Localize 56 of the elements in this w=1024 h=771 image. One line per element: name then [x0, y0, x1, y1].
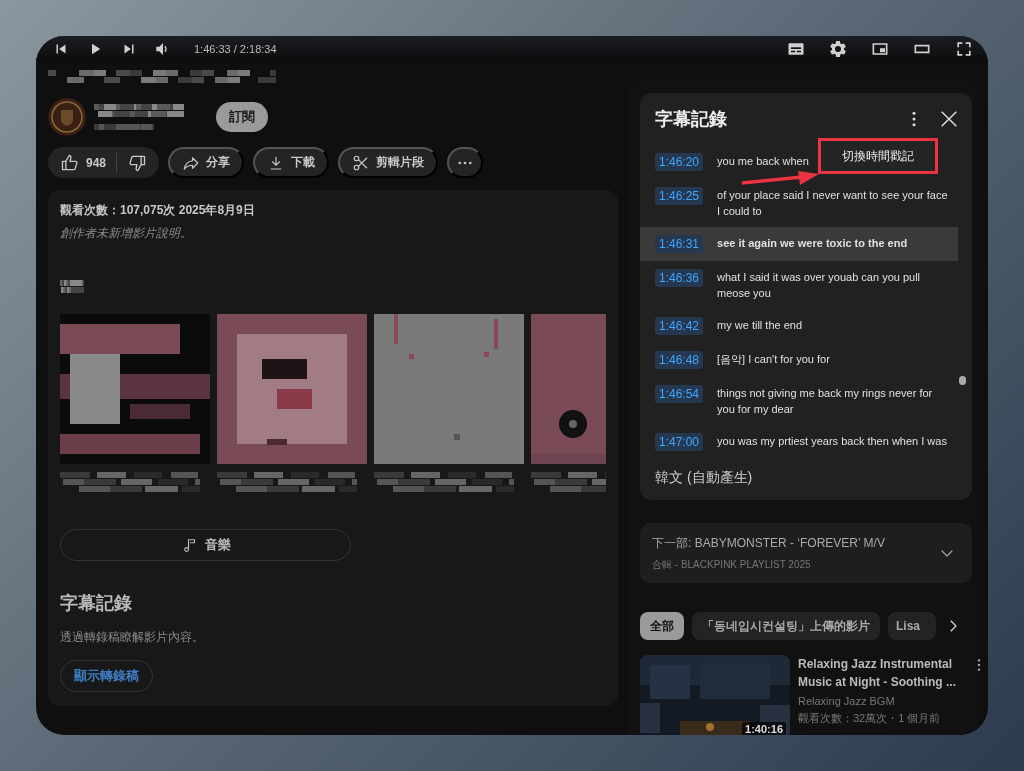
share-button[interactable]: 分享 [168, 147, 245, 178]
section-heading: 字幕記錄 [60, 592, 133, 615]
menu-item[interactable]: 切換時間戳記 [842, 147, 914, 165]
timestamp: 1:46:42 [655, 317, 704, 335]
panel-title: 字幕記錄 [655, 108, 728, 131]
timestamp: 1:47:00 [655, 433, 704, 451]
transcript-text: things not giving me back my rings never for you for my dear [717, 386, 934, 417]
view-stats: 觀看次數：107,075次 2025年8月9日 [60, 202, 256, 219]
transcript-text: of your place said I never want to see your face I could to [717, 188, 949, 219]
transcript-row[interactable]: 1:46:48 [음악] I can't for you for [640, 343, 830, 377]
settings-icon[interactable] [828, 39, 848, 59]
channel-avatar [48, 98, 86, 136]
description-text: 創作者未新增影片說明。 [60, 225, 193, 242]
video-meta: 觀看次數：32萬次・1 個月前 [798, 711, 942, 726]
blurred-text [60, 280, 84, 294]
filter-chip[interactable]: Lisa [888, 612, 936, 640]
transcript-row[interactable]: 1:46:20 you me back when [640, 145, 809, 179]
language-label: 韓文 (自動產生) [654, 468, 754, 487]
transcript-row[interactable]: 1:46:25 of your place said I never want to see your face I could to [640, 179, 950, 227]
timestamp: 1:46:31 [655, 235, 704, 253]
transcript-row[interactable]: 1:47:00 you was my prtiest years back then when I was [640, 425, 947, 459]
like-count: 948 [86, 155, 107, 170]
download-button[interactable]: 下載 [253, 147, 330, 178]
channel-name: Relaxing Jazz BGM [798, 695, 896, 707]
timestamp: 1:46:48 [655, 351, 704, 369]
transcript-text: you me back when [717, 154, 809, 169]
fullscreen-icon[interactable] [954, 39, 974, 59]
transcript-row[interactable]: 1:46:36 what I said it was over youab can you pull meose you [640, 261, 950, 309]
video-title[interactable]: Relaxing Jazz Instrumental Music at Night - Soothing ... [798, 655, 963, 691]
filter-chip[interactable]: 全部 [640, 612, 684, 640]
transcript-text: what I said it was over youab can you pull meose you [717, 270, 922, 301]
timestamp: 1:46:20 [655, 153, 704, 171]
transcript-row[interactable]: 1:46:54 things not giving me back my rings never for you for my dear [640, 377, 950, 425]
like-dislike-control[interactable]: 948 [48, 147, 160, 178]
timestamp: 1:46:54 [655, 385, 704, 403]
clip-button[interactable]: 剪輯片段 [338, 147, 439, 178]
next-up-title: 下一部: BABYMONSTER - ‘FOREVER’ M/V [652, 534, 886, 552]
playlist-name: 合輯 - BLACKPINK PLAYLIST 2025 [652, 557, 812, 572]
transcript-row[interactable]: 1:46:31 see it again we were toxic to the end [640, 227, 958, 261]
timestamp: 1:46:36 [655, 269, 704, 287]
transcript-text: my we till the end [717, 318, 803, 333]
blurred-text [94, 123, 154, 131]
transcript-row[interactable]: 1:46:42 my we till the end [640, 309, 803, 343]
filter-chip[interactable]: 「동네입시컨설팅」上傳的影片 [692, 612, 880, 640]
transcript-text: see it again we were toxic to the end [717, 236, 908, 251]
thumbs-up-icon[interactable] [60, 152, 80, 173]
scrollbar-thumb[interactable] [959, 376, 966, 385]
subscribe-button[interactable]: 訂閱 [216, 102, 268, 132]
transcript-text: [음악] I can't for you for [717, 352, 830, 367]
section-description: 透過轉錄稿瞭解影片內容。 [60, 629, 205, 646]
time-display: 1:46:33 / 2:18:34 [194, 43, 277, 55]
video-duration: 1:40:16 [742, 722, 786, 735]
transcript-text: you was my prtiest years back then when I was [717, 434, 947, 449]
timestamp: 1:46:25 [655, 187, 704, 205]
next-up-card[interactable]: 下一部: BABYMONSTER - ‘FOREVER’ M/V 合輯 - BLACKPINK PLAYLIST 2025 [640, 523, 972, 583]
close-icon[interactable] [938, 108, 960, 130]
